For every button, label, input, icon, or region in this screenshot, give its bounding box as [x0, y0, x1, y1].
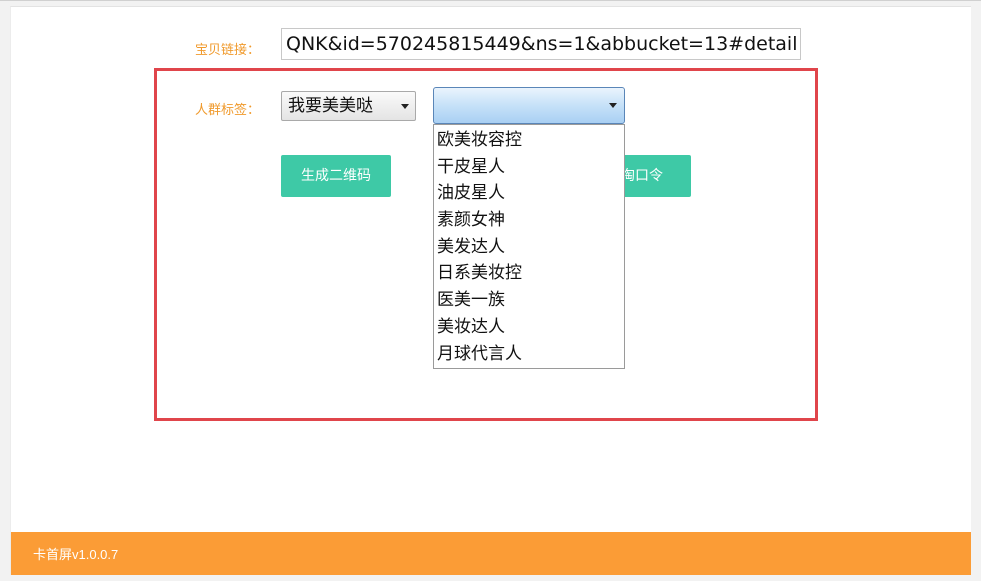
- chevron-down-icon: [609, 103, 617, 108]
- dropdown-option[interactable]: 干皮星人: [437, 154, 624, 181]
- dropdown-option[interactable]: 月球代言人: [437, 341, 624, 368]
- dropdown-option[interactable]: 日系美妆控: [437, 260, 624, 287]
- sub-tag-dropdown-list: 欧美妆容控 干皮星人 油皮星人 素颜女神 美发达人 日系美妆控 医美一族 美妆达…: [433, 124, 625, 369]
- crowd-tag-select[interactable]: 我要美美哒: [281, 91, 416, 121]
- crowd-tag-label: 人群标签：: [195, 103, 261, 118]
- version-text: 卡首屏v1.0.0.7: [33, 547, 119, 562]
- dropdown-option[interactable]: 素颜女神: [437, 207, 624, 234]
- product-link-input[interactable]: QNK&id=570245815449&ns=1&abbucket=13#det…: [281, 28, 801, 60]
- generate-qrcode-button[interactable]: 生成二维码: [281, 155, 391, 197]
- product-link-label: 宝贝链接：: [195, 43, 261, 58]
- dropdown-option[interactable]: 医美一族: [437, 287, 624, 314]
- window-top-border: [0, 0, 981, 1]
- dropdown-option[interactable]: 美发达人: [437, 234, 624, 261]
- sub-tag-select[interactable]: [433, 87, 625, 124]
- dropdown-option[interactable]: 欧美妆容控: [437, 127, 624, 154]
- crowd-tag-select-value: 我要美美哒: [288, 96, 373, 116]
- footer-bar: 卡首屏v1.0.0.7: [11, 532, 971, 575]
- chevron-down-icon: [401, 104, 409, 109]
- dropdown-option[interactable]: 美妆达人: [437, 314, 624, 341]
- app-window: 宝贝链接： QNK&id=570245815449&ns=1&abbucket=…: [10, 6, 971, 575]
- dropdown-option[interactable]: 油皮星人: [437, 180, 624, 207]
